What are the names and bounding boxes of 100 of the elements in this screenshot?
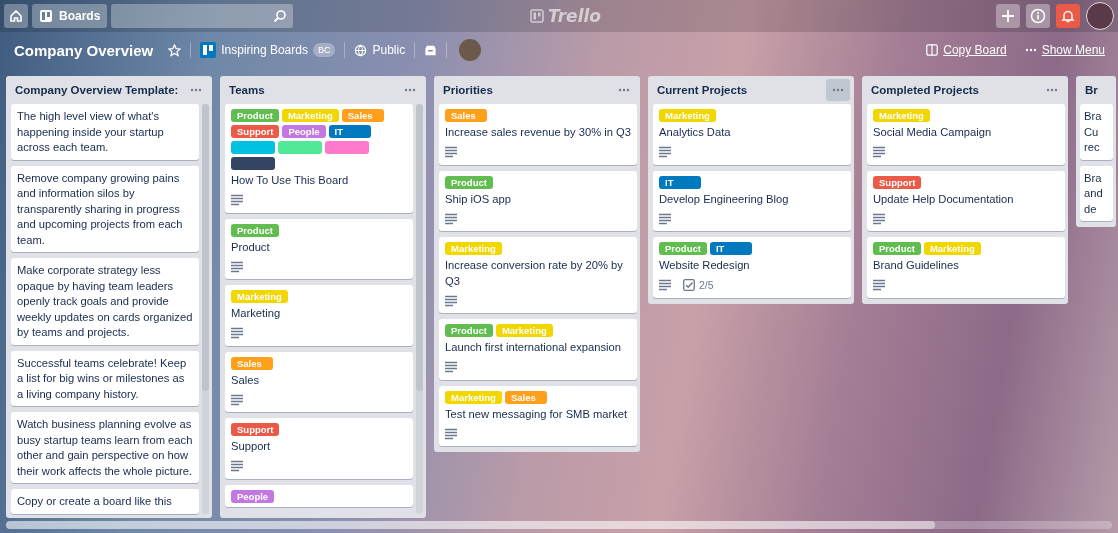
home-icon — [9, 9, 23, 23]
board-title[interactable]: Company Overview — [14, 41, 154, 59]
card[interactable]: Bra and de — [1080, 165, 1113, 221]
card-title: Make corporate strategy less opaque by having team leaders openly track goals and provide weekly updates on cards organized by teams and projects. — [17, 263, 193, 340]
description-icon — [445, 294, 457, 307]
card-title: The high level view of what's happening inside your startup across each team. — [17, 109, 165, 155]
card-label: Marketing — [923, 242, 981, 255]
card-title: Support — [231, 439, 272, 454]
card-label: Product — [231, 109, 279, 122]
notifications-button[interactable] — [1056, 4, 1080, 28]
description-icon — [231, 260, 243, 273]
team-button[interactable]: Inspiring Boards BC — [195, 37, 341, 63]
description-icon — [445, 212, 457, 225]
card[interactable]: Sales Sales — [225, 351, 413, 412]
list-menu-button[interactable] — [826, 79, 850, 101]
card[interactable]: Sales Increase sales revenue by 30% in Q3 — [439, 104, 637, 165]
card-label: Marketing — [659, 109, 716, 122]
card[interactable]: Product Marketing Sales Support People IT How To Use This Board — [225, 104, 413, 213]
card-label: People — [231, 489, 275, 503]
member-avatar[interactable] — [459, 39, 482, 61]
list-title[interactable]: Company Overview Template: — [15, 84, 179, 96]
scrollbar[interactable] — [202, 104, 209, 514]
card-label: Product — [445, 324, 493, 337]
copy-board-button[interactable]: Copy Board — [921, 37, 1012, 63]
card-title: Analytics Data — [659, 125, 732, 140]
more-icon — [404, 88, 416, 92]
card-title: Marketing — [231, 306, 282, 321]
card-label: Support — [231, 125, 280, 138]
card[interactable]: Product Product — [225, 218, 413, 279]
description-icon — [873, 212, 885, 225]
list-title[interactable]: Teams — [229, 84, 265, 96]
card-title: Increase conversion rate by 20% by Q3 — [445, 258, 624, 289]
scrollbar[interactable] — [416, 104, 423, 514]
card-title: Successful teams celebrate! Keep a list for big wins or milestones as a living company history. — [17, 355, 188, 402]
logo-text: Trello — [548, 6, 601, 26]
home-button[interactable] — [4, 4, 28, 28]
avatar[interactable] — [1086, 2, 1114, 30]
card-label: Sales — [445, 109, 487, 122]
more-icon — [832, 88, 844, 92]
card-title: Product — [231, 239, 271, 255]
card-title: Remove company growing pains and information silos by transparently sharing in progress and upcoming projects from each team. — [17, 170, 184, 248]
card-title: Test new messaging for SMB market — [445, 406, 629, 422]
card-title: Update Help Documentation — [873, 191, 1015, 207]
card[interactable]: Product Marketing Brand Guidelines — [867, 237, 1065, 298]
card[interactable]: Product Marketing Launch first international expansion — [439, 319, 637, 380]
more-icon — [618, 88, 630, 92]
card-label: Marketing — [445, 242, 502, 255]
card-title: Social Media Campaign — [873, 125, 993, 140]
more-icon — [1046, 88, 1058, 92]
description-icon — [659, 212, 671, 225]
card[interactable]: Support Support — [225, 418, 413, 479]
card[interactable]: Bra Cu rec — [1080, 104, 1113, 160]
card-label: Product — [873, 242, 921, 255]
card-label: IT — [659, 175, 701, 189]
list-title[interactable]: Br — [1085, 84, 1098, 96]
card[interactable]: Product IT Website Redesign 2/5 — [653, 237, 851, 298]
card[interactable]: Marketing Analytics Data — [653, 104, 851, 165]
card-label: Marketing — [445, 390, 502, 404]
card-label: Sales — [231, 356, 273, 370]
description-icon — [873, 279, 885, 291]
checklist-count: 2/5 — [699, 279, 714, 291]
more-icon — [1024, 48, 1037, 52]
card-title: Copy or create a board like this — [17, 494, 173, 509]
globe-icon — [354, 43, 368, 57]
card[interactable]: The high level view of what's happening inside your startup across each team. — [11, 104, 199, 160]
description-icon — [231, 460, 243, 472]
card-title: Ship iOS app — [445, 191, 512, 207]
card-label: People — [282, 125, 326, 138]
card[interactable]: Marketing Increase conversion rate by 20% by Q3 — [439, 237, 637, 313]
show-menu-button[interactable]: Show Menu — [1019, 37, 1110, 63]
list-title[interactable]: Current Projects — [657, 84, 748, 96]
list-title[interactable]: Priorities — [443, 84, 493, 96]
card[interactable]: Remove company growing pains and information silos by transparently sharing in progress and upcoming projects from each team. — [11, 165, 199, 252]
card[interactable]: IT Develop Engineering Blog — [653, 170, 851, 231]
card[interactable]: Watch business planning evolve as busy startup teams learn from each other and gain perspective on how their work affects the whole picture. — [11, 412, 199, 483]
card-label: Product — [445, 175, 493, 189]
card[interactable]: Product Ship iOS app — [439, 170, 637, 231]
briefcase-icon — [424, 43, 438, 57]
card-label: Marketing — [281, 109, 339, 122]
card-title: Increase sales revenue by 30% in Q3 — [445, 125, 631, 140]
card[interactable]: Marketing Marketing — [225, 285, 413, 346]
card-title: Brand Guidelines — [873, 258, 960, 273]
board-icon — [200, 42, 217, 58]
card-label: IT — [709, 242, 752, 255]
card[interactable]: Support Update Help Documentation — [867, 170, 1065, 231]
add-button[interactable] — [996, 4, 1020, 28]
description-icon — [231, 194, 243, 206]
card[interactable]: Marketing Social Media Campaign — [867, 104, 1065, 165]
info-button[interactable] — [1026, 4, 1050, 28]
team-badge: BC — [312, 43, 336, 57]
search-field[interactable] — [111, 4, 294, 28]
search-icon — [273, 9, 288, 23]
card[interactable]: Successful teams celebrate! Keep a list for big wins or milestones as a living company history. — [11, 350, 199, 406]
card[interactable]: Marketing Sales Test new messaging for SMB market — [439, 385, 637, 446]
card-label: Marketing — [873, 109, 930, 122]
list-title[interactable]: Completed Projects — [871, 84, 979, 96]
card[interactable]: Make corporate strategy less opaque by having team leaders openly track goals and provide weekly updates on cards organized by teams and projects. — [11, 258, 199, 345]
board-icon — [39, 9, 53, 23]
horizontal-scrollbar[interactable] — [6, 521, 1112, 529]
card[interactable]: Copy or create a board like this — [11, 489, 199, 514]
